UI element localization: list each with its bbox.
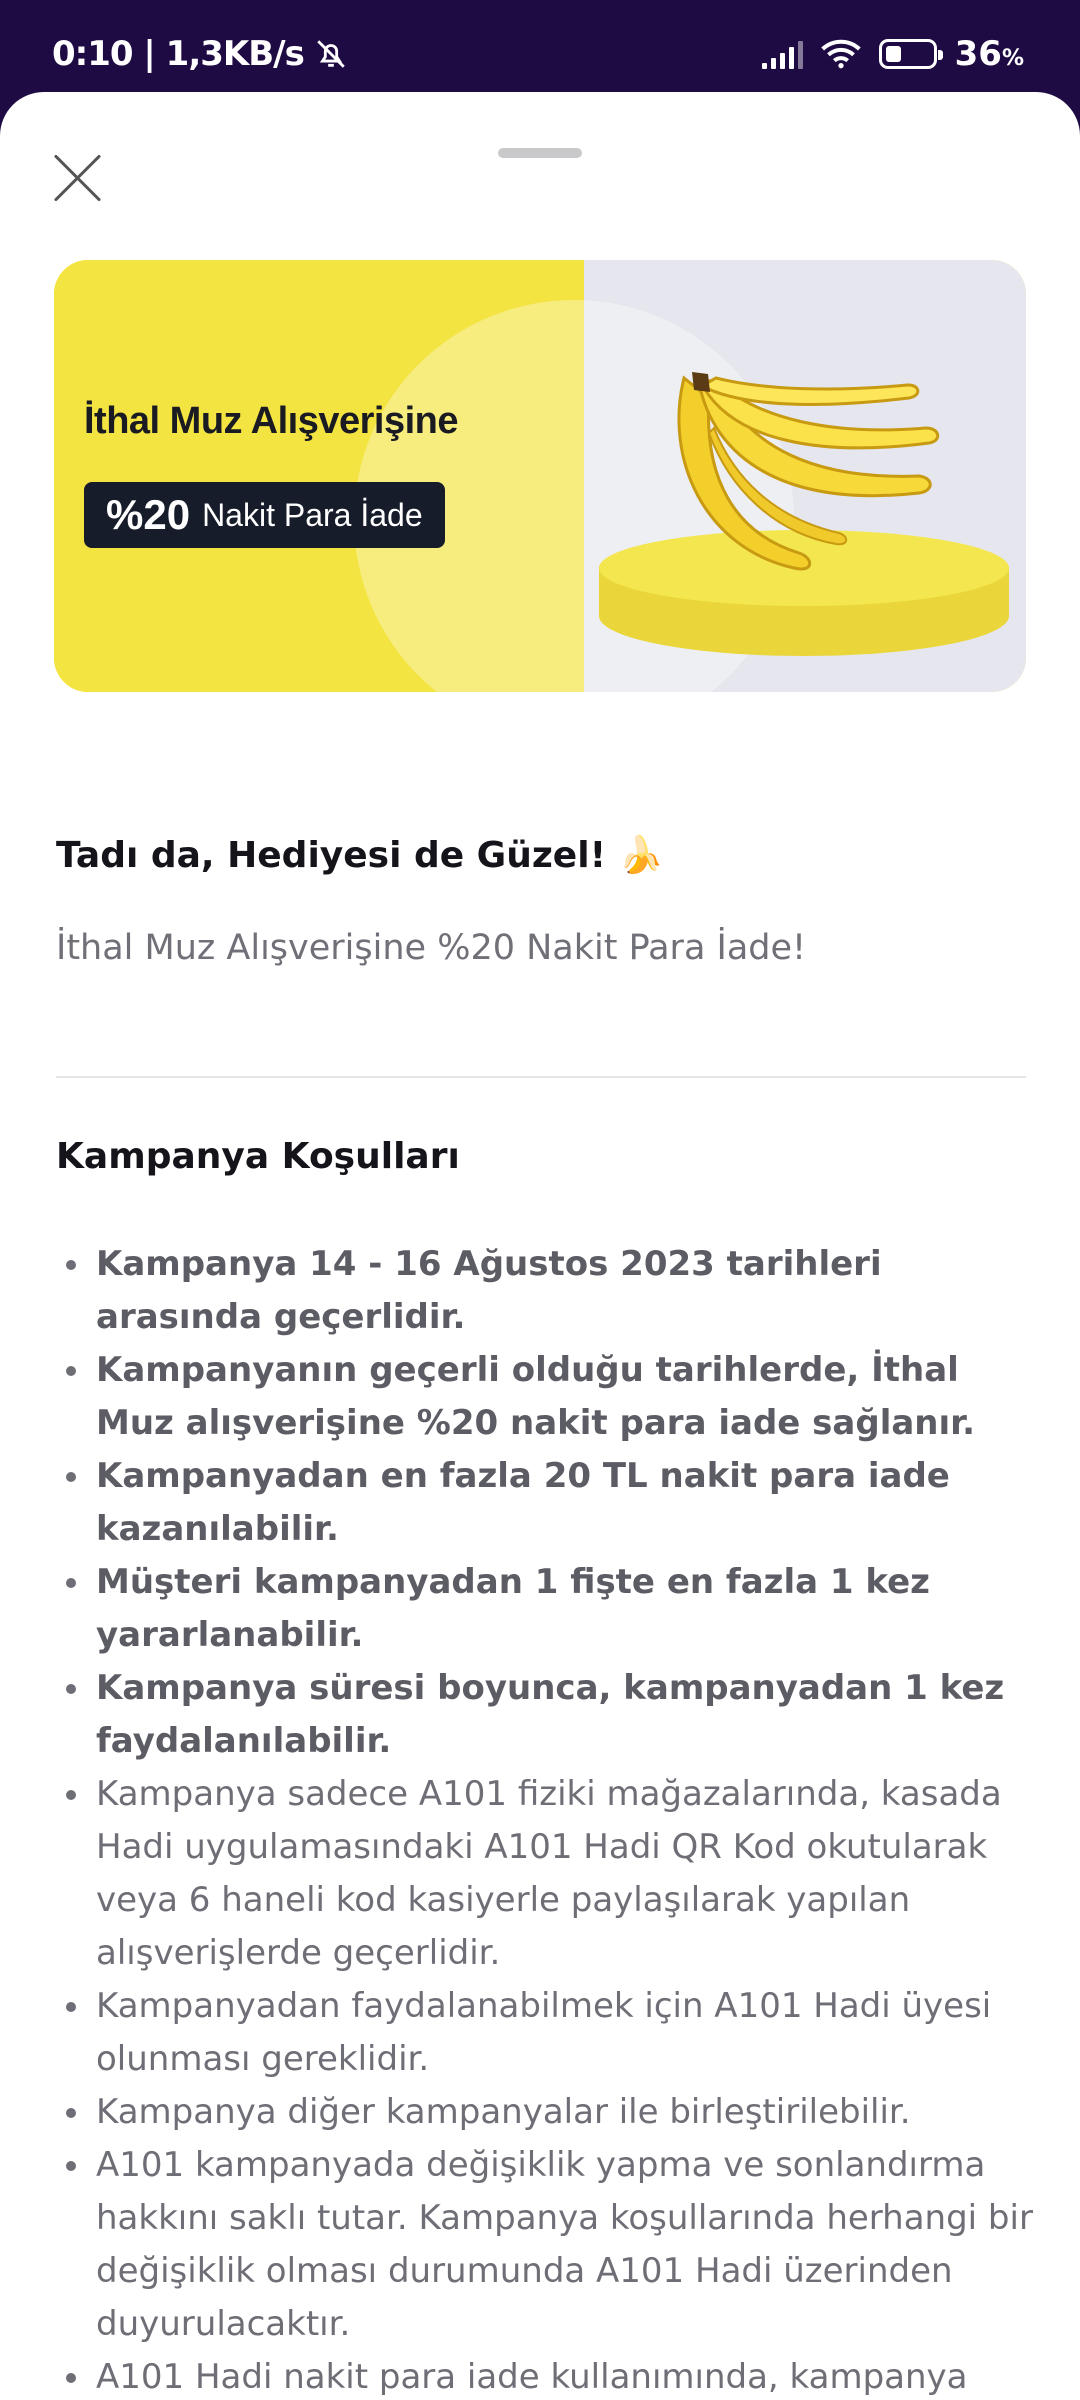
condition-item: Kampanya süresi boyunca, kampanyadan 1 k… [56, 1662, 1036, 1768]
condition-item: A101 Hadi nakit para iade kullanımında, … [56, 2351, 1036, 2400]
signal-icon [761, 39, 803, 69]
battery-icon [878, 39, 943, 69]
pill-percent: %20 [106, 491, 191, 538]
condition-item: Kampanyanın geçerli olduğu tarihlerde, İ… [56, 1344, 1036, 1450]
banana-image [677, 372, 940, 571]
drag-handle[interactable] [498, 148, 582, 158]
condition-item: Kampanya diğer kampanyalar ile birleştir… [56, 2086, 1036, 2139]
banner-title: İthal Muz Alışverişine [84, 400, 459, 442]
battery-percent: 36% [954, 34, 1024, 74]
campaign-subtitle: İthal Muz Alışverişine %20 Nakit Para İa… [56, 928, 807, 968]
divider [56, 1076, 1026, 1078]
banner-cashback-pill: %20 Nakit Para İade [84, 482, 445, 548]
status-time-speed: 0:10 | 1,3KB/s [52, 34, 305, 74]
condition-item: Kampanya 14 - 16 Ağustos 2023 tarihleri … [56, 1238, 1036, 1344]
condition-item: A101 kampanyada değişiklik yapma ve sonl… [56, 2139, 1036, 2351]
campaign-banner: İthal Muz Alışverişine %20 Nakit Para İa… [54, 260, 1026, 692]
condition-item: Müşteri kampanyadan 1 fişte en fazla 1 k… [56, 1556, 1036, 1662]
conditions-title: Kampanya Koşulları [56, 1136, 460, 1177]
condition-item: Kampanyadan faydalanabilmek için A101 Ha… [56, 1980, 1036, 2086]
status-right: 36% [761, 34, 1024, 74]
condition-item: Kampanyadan en fazla 20 TL nakit para ia… [56, 1450, 1036, 1556]
pill-text: Nakit Para İade [202, 496, 423, 533]
status-left: 0:10 | 1,3KB/s [52, 34, 348, 74]
bell-off-icon [317, 40, 345, 68]
campaign-heading: Tadı da, Hediyesi de Güzel! 🍌 [56, 835, 664, 876]
condition-item: Kampanya sadece A101 fiziki mağazalarınd… [56, 1768, 1036, 1980]
wifi-icon [820, 39, 861, 69]
conditions-list: Kampanya 14 - 16 Ağustos 2023 tarihleri … [56, 1238, 1036, 2400]
battery-level [885, 46, 902, 62]
campaign-sheet: İthal Muz Alışverişine %20 Nakit Para İa… [0, 92, 1080, 2400]
close-icon[interactable] [52, 152, 104, 204]
